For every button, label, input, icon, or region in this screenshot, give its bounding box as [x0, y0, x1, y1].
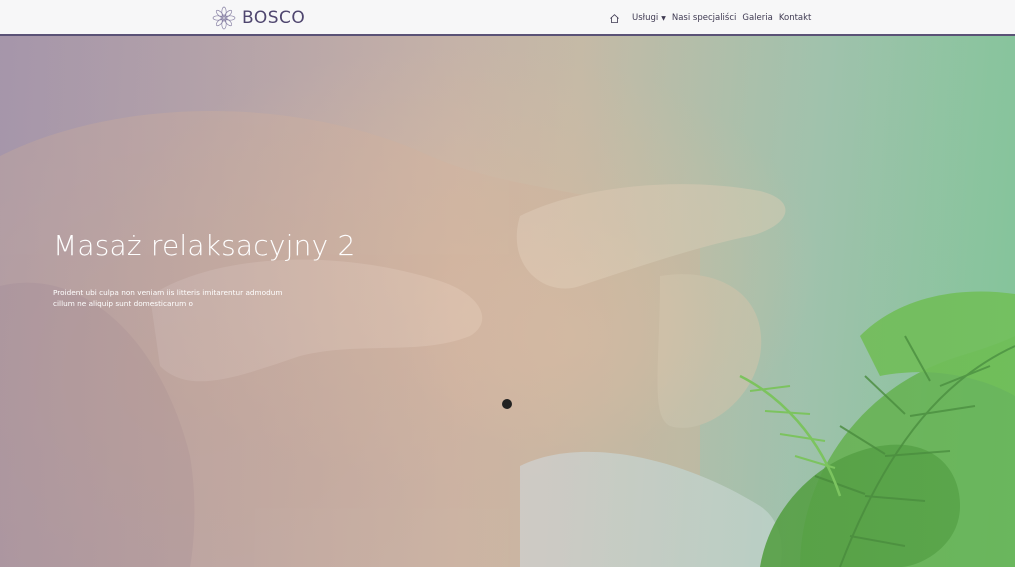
navbar: BOSCO Usługi ▼ Nasi specjaliści Galeria … — [0, 0, 1015, 36]
lotus-mandala-icon — [212, 6, 236, 30]
brand-logo-link[interactable]: BOSCO — [212, 5, 305, 31]
carousel-indicator[interactable] — [502, 399, 512, 409]
nav-item-kontakt[interactable]: Kontakt — [779, 13, 812, 23]
nav-item-label: Usługi — [632, 13, 659, 23]
nav-item-label: Galeria — [742, 13, 773, 23]
nav-item-label: Nasi specjaliści — [671, 13, 737, 23]
hero-carousel: Masaż relaksacyjny 2 Proident ubi culpa … — [0, 36, 1015, 567]
nav-item-specjalisci[interactable]: Nasi specjaliści — [672, 13, 737, 23]
home-icon — [610, 13, 619, 23]
brand-name: BOSCO — [242, 8, 306, 28]
hero-title: Masaż relaksacyjny 2 — [53, 229, 356, 262]
nav-item-galeria[interactable]: Galeria — [742, 13, 772, 23]
main-nav: Usługi ▼ Nasi specjaliści Galeria Kontak… — [609, 0, 817, 36]
nav-home[interactable] — [609, 13, 626, 24]
caret-down-icon: ▼ — [661, 14, 666, 22]
hero-description: Proident ubi culpa non veniam iis litter… — [53, 288, 283, 308]
nav-item-label: Kontakt — [778, 13, 812, 23]
nav-item-uslugi[interactable]: Usługi ▼ — [632, 13, 666, 23]
